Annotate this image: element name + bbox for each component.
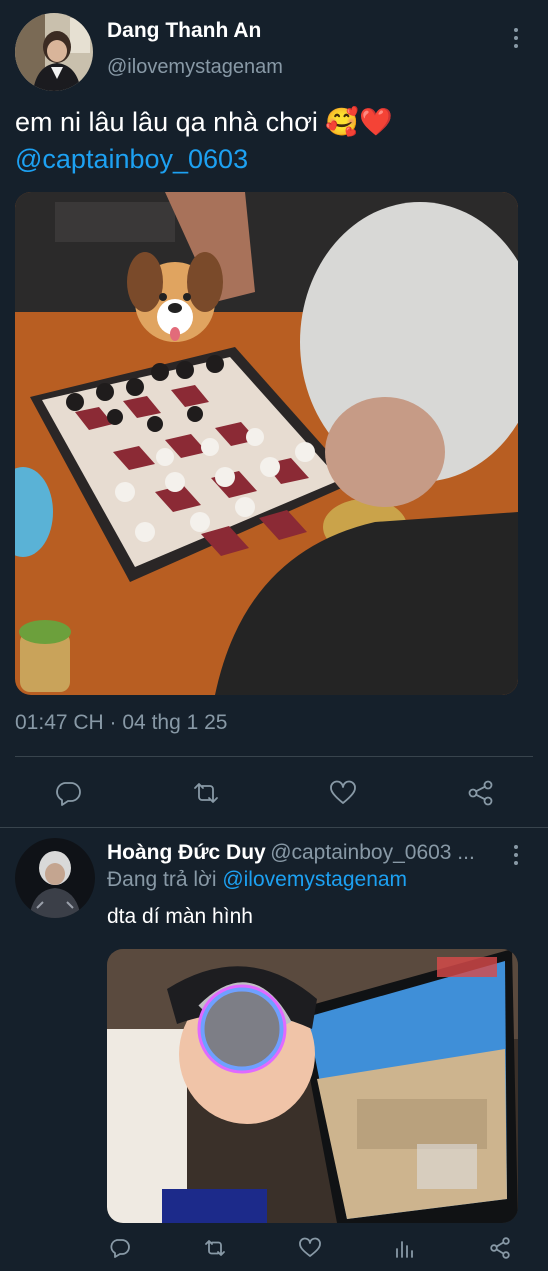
like-icon [299,1237,321,1257]
views-icon [396,1241,413,1258]
reply-icon [56,782,81,806]
tweet-body: em ni lâu lâu qa nhà chơi [15,107,318,137]
tweet-emoji: 🥰❤️ [325,107,393,137]
reply-avatar-photo [15,838,95,918]
like-button[interactable] [328,778,358,813]
retweet-icon [205,1240,225,1256]
tweet-timestamp[interactable]: 01:47 CH · 04 thg 1 25 [15,711,227,735]
chess-photo [15,192,518,695]
mention-link[interactable]: @captainboy_0603 [15,144,248,174]
reply-more-icon[interactable] [506,842,526,868]
tweet-text: em ni lâu lâu qa nhà chơi 🥰❤️ @captainbo… [15,104,530,178]
retweet-button[interactable] [191,778,221,813]
reply-like-button[interactable] [298,1236,322,1265]
gaming-photo [107,949,518,1223]
author-handle[interactable]: @ilovemystagenam [107,56,283,79]
reply-button[interactable] [53,778,83,813]
tweet-photo-chess[interactable] [15,192,518,695]
reply-share-button[interactable] [488,1236,512,1265]
share-icon [490,1237,510,1259]
reply-reply-button[interactable] [108,1236,132,1265]
reply-header: Hoàng Đức Duy @captainboy_0603 ... [107,841,502,865]
section-divider [0,827,548,828]
reply-photo-gaming[interactable] [107,949,518,1223]
reply-author-avatar[interactable] [15,838,95,918]
replying-label: Đang trả lời [107,868,217,891]
reply-author-name[interactable]: Hoàng Đức Duy [107,841,266,864]
avatar-photo [15,13,93,91]
reply-author-handle[interactable]: @captainboy_0603 ... [270,841,475,864]
author-name[interactable]: Dang Thanh An [107,19,261,43]
reply-retweet-button[interactable] [203,1236,227,1265]
retweet-icon [194,783,218,803]
like-icon [330,780,356,804]
share-button[interactable] [466,778,496,813]
reply-views-button[interactable] [393,1236,417,1265]
reply-icon [110,1239,130,1258]
divider [15,756,533,757]
author-avatar[interactable] [15,13,93,91]
more-icon[interactable] [506,25,526,51]
share-icon [468,780,493,806]
replying-to-line: Đang trả lời @ilovemystagenam [107,868,407,892]
replying-to-link[interactable]: @ilovemystagenam [222,868,407,891]
reply-text: dta dí màn hình [107,905,253,928]
